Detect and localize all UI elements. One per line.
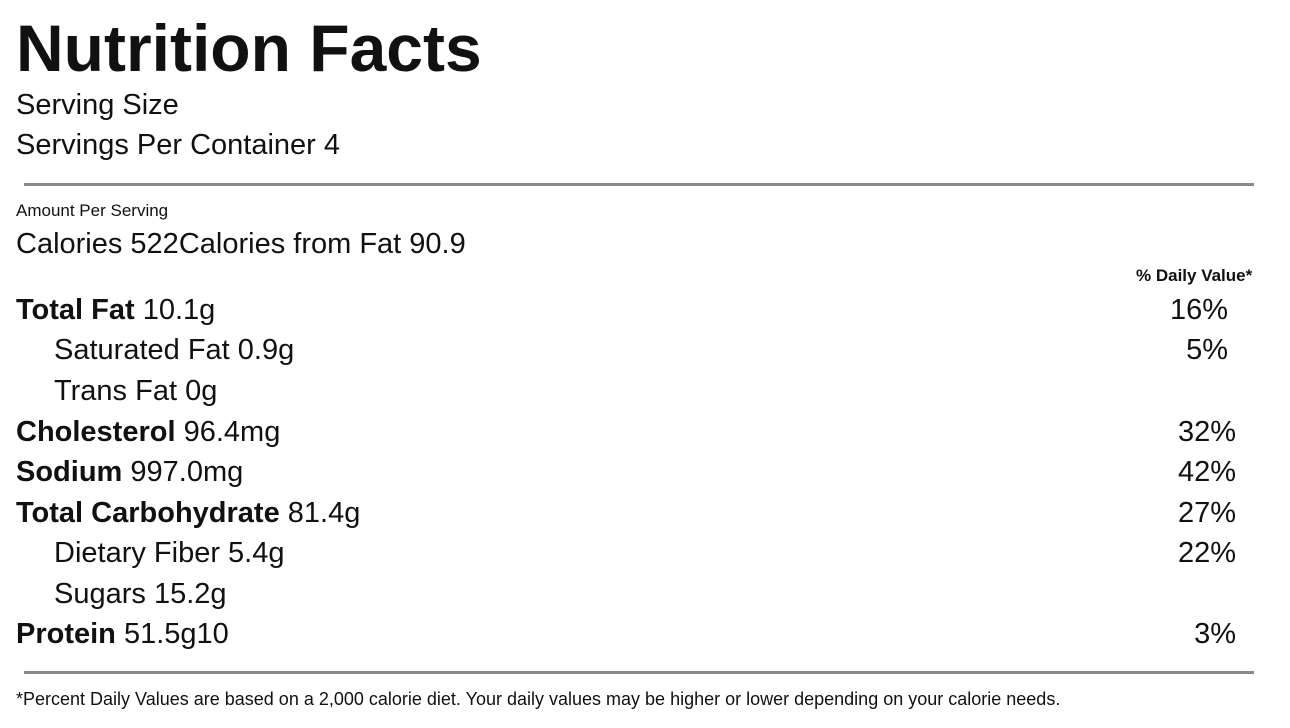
nutrient-name: Cholesterol 96.4mg	[16, 415, 280, 449]
nutrient-daily-value: 16%	[1169, 294, 1228, 326]
nutrient-daily-value: 22%	[1177, 537, 1236, 569]
nutrient-amount: 81.4g	[279, 497, 361, 529]
nutrient-row-sugars: Sugars 15.2g	[0, 577, 1290, 611]
nutrient-name: Total Fat 10.1g	[16, 293, 215, 327]
nutrient-label: Trans Fat 0g	[54, 375, 218, 407]
nutrient-label: Sodium	[16, 456, 123, 488]
calories: Calories 522	[16, 228, 179, 260]
nutrient-label: Dietary Fiber 5.4g	[54, 537, 285, 569]
nutrient-name: Dietary Fiber 5.4g	[54, 536, 285, 570]
nutrient-row-sodium: Sodium 997.0mg 42%	[0, 455, 1290, 489]
nutrient-name: Saturated Fat 0.9g	[54, 333, 294, 367]
amount-per-serving: Amount Per Serving	[16, 201, 169, 220]
footnote: *Percent Daily Values are based on a 2,0…	[16, 689, 1061, 709]
nutrient-row-cholesterol: Cholesterol 96.4mg 32%	[0, 415, 1290, 449]
nutrient-row-total-fat: Total Fat 10.1g 16%	[0, 293, 1290, 327]
nutrition-facts-label: Nutrition Facts Serving Size Servings Pe…	[0, 0, 1290, 728]
nutrient-row-dietary-fiber: Dietary Fiber 5.4g 22%	[0, 536, 1290, 570]
servings-per-container: Servings Per Container 4	[16, 129, 340, 161]
nutrient-row-trans-fat: Trans Fat 0g	[0, 374, 1290, 408]
nutrient-amount: 997.0mg	[122, 456, 244, 488]
label-title: Nutrition Facts	[16, 11, 482, 85]
nutrient-label: Protein	[16, 618, 116, 650]
nutrient-row-total-carbohydrate: Total Carbohydrate 81.4g 27%	[0, 496, 1290, 530]
calories-line: Calories 522Calories from Fat 90.9	[16, 227, 466, 261]
nutrient-daily-value: 5%	[1186, 334, 1228, 366]
nutrient-amount: 10.1g	[134, 294, 216, 326]
nutrient-name: Trans Fat 0g	[54, 374, 217, 408]
nutrient-label: Total Fat	[16, 294, 135, 326]
nutrient-row-protein: Protein 51.5g10 3%	[0, 617, 1290, 651]
nutrient-name: Sodium 997.0mg	[16, 455, 243, 489]
nutrient-name: Sugars 15.2g	[54, 577, 227, 611]
nutrient-amount: 96.4mg	[175, 416, 281, 448]
nutrient-daily-value: 42%	[1177, 456, 1236, 488]
serving-size: Serving Size	[16, 89, 179, 121]
nutrient-daily-value: 27%	[1177, 497, 1236, 529]
daily-value-header: % Daily Value*	[1136, 266, 1253, 285]
nutrient-name: Total Carbohydrate 81.4g	[16, 496, 360, 530]
nutrient-daily-value: 3%	[1194, 618, 1236, 650]
nutrient-row-saturated-fat: Saturated Fat 0.9g 5%	[0, 333, 1290, 367]
divider-top	[24, 183, 1254, 186]
nutrient-amount: 51.5g10	[115, 618, 229, 650]
nutrient-label: Saturated Fat 0.9g	[54, 334, 295, 366]
nutrient-label: Cholesterol	[16, 416, 176, 448]
calories-from-fat: Calories from Fat 90.9	[178, 228, 466, 260]
nutrient-daily-value: 32%	[1177, 416, 1236, 448]
nutrient-label: Total Carbohydrate	[16, 497, 280, 529]
divider-bottom	[24, 671, 1254, 674]
nutrient-name: Protein 51.5g10	[16, 617, 229, 651]
nutrient-label: Sugars 15.2g	[54, 578, 227, 610]
